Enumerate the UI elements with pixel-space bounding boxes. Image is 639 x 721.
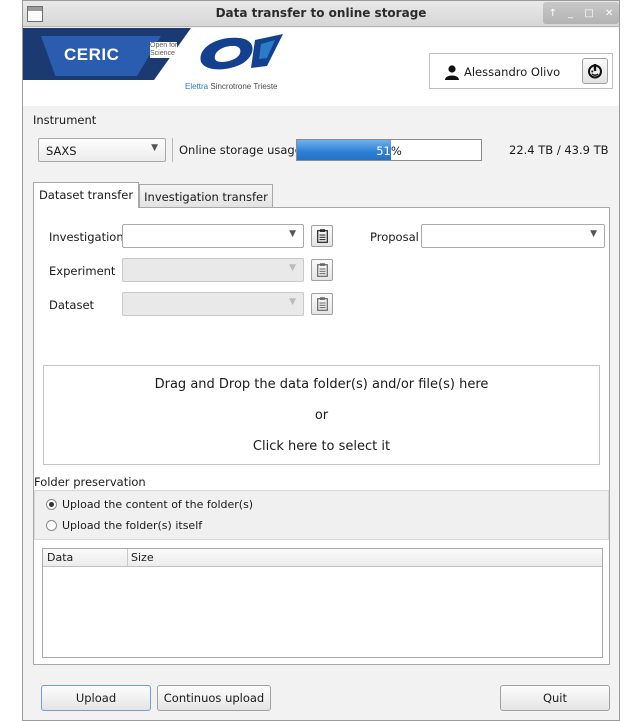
main-window: Data transfer to online storage ↑ _ □ ✕ …	[22, 0, 620, 721]
tab-investigation-transfer[interactable]: Investigation transfer	[139, 184, 273, 208]
instrument-label: Instrument	[33, 113, 97, 127]
investigation-select[interactable]: ▼	[122, 224, 304, 248]
continuous-upload-button[interactable]: Continuos upload	[157, 685, 271, 711]
chevron-down-icon: ▼	[590, 229, 597, 239]
radio-upload-content-label: Upload the content of the folder(s)	[62, 498, 254, 511]
elettra-caption: Elettra Sincrotrone Trieste	[185, 82, 278, 91]
elettra-caption-name: Elettra	[185, 82, 209, 91]
minimize-icon[interactable]: _	[568, 8, 573, 19]
investigation-clipboard-button[interactable]	[311, 225, 333, 247]
window-controls: ↑ _ □ ✕	[543, 2, 619, 24]
header-banner: CERIC Open for Science Elettra Sincrotro…	[23, 28, 619, 106]
dataset-transfer-panel: Investigation ▼ Proposal ▼ Experiment ▼ …	[33, 207, 610, 665]
drop-zone-or: or	[314, 408, 329, 423]
proposal-select[interactable]: ▼	[421, 224, 605, 248]
folder-preservation-title: Folder preservation	[34, 475, 146, 489]
ceric-logo-text: CERIC	[64, 45, 120, 64]
elettra-caption-rest: Sincrotrone Trieste	[208, 82, 278, 91]
ceric-tagline-line1: Open for	[150, 42, 178, 49]
radio-upload-folder[interactable]: Upload the folder(s) itself	[46, 519, 202, 532]
column-divider[interactable]	[127, 549, 128, 567]
clipboard-icon	[316, 263, 328, 277]
close-icon[interactable]: ✕	[605, 8, 613, 19]
shade-icon[interactable]: ↑	[549, 8, 557, 19]
column-header-size[interactable]: Size	[131, 551, 154, 564]
ceric-tagline-line2: Science	[150, 50, 175, 57]
table-header: Data Size	[43, 549, 602, 567]
instrument-select[interactable]: SAXS ▼	[38, 138, 166, 162]
tab-dataset-transfer[interactable]: Dataset transfer	[33, 182, 139, 208]
chevron-down-icon: ▼	[289, 229, 296, 239]
dataset-select[interactable]: ▼	[122, 292, 304, 316]
person-icon	[445, 65, 459, 80]
radio-dot-selected[interactable]	[46, 499, 57, 510]
storage-usage-percent: 51%	[376, 144, 402, 158]
logout-button[interactable]	[582, 58, 608, 84]
ceric-tagline: Open for Science	[150, 42, 178, 58]
user-panel: Alessandro Olivo	[429, 53, 613, 89]
drop-zone-instruction: Drag and Drop the data folder(s) and/or …	[154, 377, 489, 392]
storage-usage-amount: 22.4 TB / 43.9 TB	[509, 143, 609, 157]
clipboard-icon	[316, 297, 328, 311]
drop-zone-select-link[interactable]: Click here to select it	[44, 439, 599, 454]
title-bar[interactable]: Data transfer to online storage ↑ _ □ ✕	[23, 1, 619, 27]
dataset-clipboard-button[interactable]	[311, 293, 333, 315]
proposal-label: Proposal	[370, 230, 419, 244]
elettra-logo	[200, 34, 283, 70]
experiment-select[interactable]: ▼	[122, 258, 304, 282]
chevron-down-icon: ▼	[289, 263, 296, 273]
radio-upload-folder-label: Upload the folder(s) itself	[62, 519, 203, 532]
chevron-down-icon: ▼	[151, 143, 158, 153]
divider	[172, 138, 173, 162]
storage-usage-bar: 51%	[296, 139, 482, 161]
quit-button[interactable]: Quit	[500, 685, 610, 711]
experiment-clipboard-button[interactable]	[311, 259, 333, 281]
column-header-data[interactable]: Data	[47, 551, 73, 564]
storage-usage-label: Online storage usage	[179, 143, 302, 157]
upload-button[interactable]: Upload	[41, 685, 151, 711]
clipboard-icon	[316, 229, 328, 243]
radio-upload-content[interactable]: Upload the content of the folder(s)	[46, 498, 253, 511]
investigation-label: Investigation	[49, 230, 124, 244]
drop-zone[interactable]: Drag and Drop the data folder(s) and/or …	[43, 365, 600, 465]
file-table[interactable]: Data Size	[42, 548, 603, 658]
logout-icon	[588, 64, 602, 79]
instrument-selected-value: SAXS	[46, 144, 77, 158]
dataset-label: Dataset	[49, 298, 95, 312]
radio-dot[interactable]	[46, 520, 57, 531]
maximize-icon[interactable]: □	[584, 8, 593, 19]
folder-preservation-group: Upload the content of the folder(s) Uplo…	[34, 490, 609, 540]
user-name: Alessandro Olivo	[464, 65, 561, 79]
chevron-down-icon: ▼	[289, 297, 296, 307]
experiment-label: Experiment	[49, 264, 116, 278]
window-title: Data transfer to online storage	[215, 6, 427, 20]
